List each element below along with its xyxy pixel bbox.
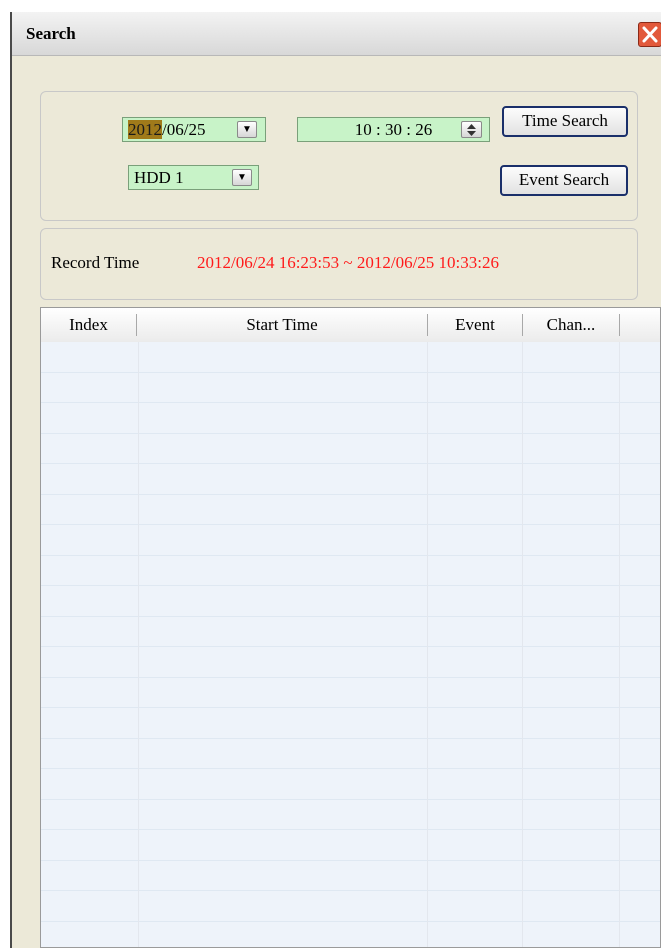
table-row[interactable] xyxy=(41,403,660,434)
column-divider[interactable] xyxy=(619,314,620,336)
list-rows xyxy=(41,342,660,947)
dialog-title: Search xyxy=(26,24,76,43)
results-list[interactable]: Index Start Time Event Chan... xyxy=(40,307,661,948)
table-row[interactable] xyxy=(41,647,660,678)
column-header-channel[interactable]: Chan... xyxy=(523,308,619,342)
column-header-index[interactable]: Index xyxy=(41,308,136,342)
table-row[interactable] xyxy=(41,891,660,922)
grid-line xyxy=(138,342,139,947)
table-row[interactable] xyxy=(41,921,660,947)
search-dialog: Search 2012/06/25 ▼ 10 : 30 : 26 HDD 1 ▼… xyxy=(10,12,661,948)
event-search-button[interactable]: Event Search xyxy=(500,165,628,196)
record-time-label: Record Time xyxy=(51,253,140,272)
list-header: Index Start Time Event Chan... xyxy=(41,308,660,343)
table-row[interactable] xyxy=(41,372,660,403)
table-row[interactable] xyxy=(41,586,660,617)
grid-line xyxy=(522,342,523,947)
table-row[interactable] xyxy=(41,525,660,556)
search-criteria-group: 2012/06/25 ▼ 10 : 30 : 26 HDD 1 ▼ Time S… xyxy=(40,91,638,221)
drive-select[interactable]: HDD 1 ▼ xyxy=(128,165,259,190)
spin-arrows-icon xyxy=(467,124,476,136)
chevron-down-icon: ▼ xyxy=(242,124,252,135)
time-value: 10 : 30 : 26 xyxy=(354,120,433,139)
record-time-value: 2012/06/24 16:23:53 ~ 2012/06/25 10:33:2… xyxy=(197,253,499,272)
title-bar[interactable]: Search xyxy=(12,12,661,56)
column-header-start-time[interactable]: Start Time xyxy=(137,308,427,342)
time-search-button[interactable]: Time Search xyxy=(502,106,628,137)
table-row[interactable] xyxy=(41,769,660,800)
table-row[interactable] xyxy=(41,799,660,830)
time-spin-button[interactable] xyxy=(461,121,482,138)
table-row[interactable] xyxy=(41,464,660,495)
table-row[interactable] xyxy=(41,433,660,464)
date-month-day: /06/25 xyxy=(162,120,206,139)
table-row[interactable] xyxy=(41,708,660,739)
table-row[interactable] xyxy=(41,555,660,586)
drive-value: HDD 1 xyxy=(134,168,184,187)
grid-line xyxy=(427,342,428,947)
table-row[interactable] xyxy=(41,494,660,525)
grid-line xyxy=(619,342,620,947)
close-button[interactable] xyxy=(638,22,661,47)
table-row[interactable] xyxy=(41,738,660,769)
table-row[interactable] xyxy=(41,677,660,708)
table-row[interactable] xyxy=(41,830,660,861)
record-time-group: Record Time 2012/06/24 16:23:53 ~ 2012/0… xyxy=(40,228,638,300)
time-picker[interactable]: 10 : 30 : 26 xyxy=(297,117,490,142)
date-dropdown-button[interactable]: ▼ xyxy=(237,121,257,138)
close-icon xyxy=(642,26,658,43)
date-year-selected: 2012 xyxy=(128,120,162,139)
date-picker[interactable]: 2012/06/25 ▼ xyxy=(122,117,266,142)
table-row[interactable] xyxy=(41,860,660,891)
drive-dropdown-button[interactable]: ▼ xyxy=(232,169,252,186)
table-row[interactable] xyxy=(41,342,660,373)
column-header-event[interactable]: Event xyxy=(428,308,522,342)
table-row[interactable] xyxy=(41,616,660,647)
chevron-down-icon: ▼ xyxy=(237,172,247,183)
